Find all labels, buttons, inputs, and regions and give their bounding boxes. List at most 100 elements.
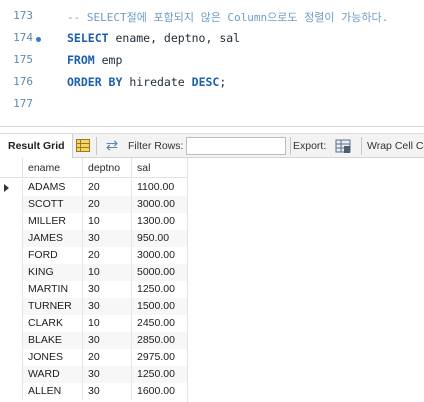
cell-deptno[interactable]: 30 — [82, 332, 131, 349]
cell-sal[interactable]: 5000.00 — [131, 264, 188, 281]
editor-line-177[interactable]: 177 — [0, 94, 424, 117]
line-number: 175 — [13, 53, 33, 66]
table-row[interactable]: WARD 30 1250.00 — [0, 366, 188, 383]
cell-deptno[interactable]: 30 — [82, 366, 131, 383]
grid-icon[interactable] — [76, 139, 90, 152]
cell-deptno[interactable]: 20 — [82, 247, 131, 264]
row-header[interactable] — [0, 298, 22, 315]
cell-deptno[interactable]: 10 — [82, 213, 131, 230]
refresh-icon[interactable]: ⇄ — [104, 138, 120, 154]
cell-ename[interactable]: WARD — [22, 366, 82, 383]
cell-sal[interactable]: 1600.00 — [131, 383, 188, 400]
cell-sal[interactable]: 950.00 — [131, 230, 188, 247]
result-grid[interactable]: ename deptno sal ADAMS 20 1100.00 SCOTT 20 30… — [0, 158, 188, 402]
wrap-cell-content-label[interactable]: Wrap Cell Co — [367, 134, 424, 158]
grid-icon-line — [77, 143, 89, 144]
row-header[interactable] — [0, 349, 22, 366]
cell-ename[interactable]: ALLEN — [22, 383, 82, 400]
cell-sal[interactable]: 1250.00 — [131, 366, 188, 383]
editor-line-176[interactable]: 176 ORDER BY hiredate DESC; — [0, 72, 424, 95]
cell-ename[interactable]: JAMES — [22, 230, 82, 247]
sql-text: emp — [94, 53, 123, 67]
cell-ename[interactable]: SCOTT — [22, 196, 82, 213]
row-header[interactable] — [0, 281, 22, 298]
row-header[interactable] — [0, 332, 22, 349]
filter-rows-input[interactable] — [186, 137, 286, 155]
row-header[interactable] — [0, 230, 22, 247]
row-header[interactable] — [0, 383, 22, 400]
table-row[interactable]: KING 10 5000.00 — [0, 264, 188, 281]
cell-ename[interactable]: ADAMS — [22, 179, 82, 196]
cell-sal[interactable]: 3000.00 — [131, 196, 188, 213]
row-header[interactable] — [0, 247, 22, 264]
cell-deptno[interactable]: 10 — [82, 315, 131, 332]
cell-ename[interactable]: CLARK — [22, 315, 82, 332]
cell-sal[interactable]: 2850.00 — [131, 332, 188, 349]
table-row[interactable]: CLARK 10 2450.00 — [0, 315, 188, 332]
cell-sal[interactable]: 1250.00 — [131, 281, 188, 298]
grid-header: ename deptno sal — [0, 158, 188, 178]
export-label: Export: — [293, 140, 327, 152]
sql-comment: -- SELECT절에 포함되지 않은 Column으로도 정렬이 가능하다. — [67, 11, 389, 24]
sql-keyword: DESC — [191, 75, 220, 89]
row-header[interactable] — [0, 366, 22, 383]
sql-text: hiredate — [122, 75, 192, 89]
table-row[interactable]: MARTIN 30 1250.00 — [0, 281, 188, 298]
grid-edge — [187, 158, 188, 402]
column-header-sal[interactable]: sal — [131, 158, 188, 178]
table-row[interactable]: SCOTT 20 3000.00 — [0, 196, 188, 213]
table-row[interactable]: JONES 20 2975.00 — [0, 349, 188, 366]
row-header[interactable] — [0, 264, 22, 281]
tab-result-grid[interactable]: Result Grid — [0, 134, 73, 158]
cell-ename[interactable]: BLAKE — [22, 332, 82, 349]
table-row[interactable]: MILLER 10 1300.00 — [0, 213, 188, 230]
table-row[interactable]: BLAKE 30 2850.00 — [0, 332, 188, 349]
sql-editor[interactable]: 173 -- SELECT절에 포함되지 않은 Column으로도 정렬이 가능… — [0, 0, 424, 125]
cell-sal[interactable]: 1300.00 — [131, 213, 188, 230]
sql-text: ename, deptno, sal — [108, 31, 241, 45]
line-number: 174 — [13, 31, 33, 44]
sql-code: ORDER BY hiredate DESC; — [67, 75, 226, 89]
table-row[interactable]: TURNER 30 1500.00 — [0, 298, 188, 315]
sql-code: SELECT ename, deptno, sal — [67, 31, 240, 45]
cell-deptno[interactable]: 30 — [82, 230, 131, 247]
editor-line-175[interactable]: 175 FROM emp — [0, 50, 424, 73]
row-header[interactable] — [0, 196, 22, 213]
cell-deptno[interactable]: 20 — [82, 196, 131, 213]
cell-ename[interactable]: KING — [22, 264, 82, 281]
column-header-deptno[interactable]: deptno — [82, 158, 131, 178]
sql-text: ; — [219, 75, 227, 89]
cell-ename[interactable]: JONES — [22, 349, 82, 366]
cell-sal[interactable]: 3000.00 — [131, 247, 188, 264]
cell-deptno[interactable]: 10 — [82, 264, 131, 281]
editor-line-173[interactable]: 173 -- SELECT절에 포함되지 않은 Column으로도 정렬이 가능… — [0, 6, 424, 29]
cell-ename[interactable]: MILLER — [22, 213, 82, 230]
toolbar-divider — [361, 137, 362, 155]
cell-ename[interactable]: FORD — [22, 247, 82, 264]
editor-line-174[interactable]: 174 SELECT ename, deptno, sal — [0, 28, 424, 51]
cell-sal[interactable]: 1500.00 — [131, 298, 188, 315]
cell-sal[interactable]: 2450.00 — [131, 315, 188, 332]
statement-marker-icon[interactable] — [36, 37, 41, 42]
filter-rows-label: Filter Rows: — [128, 140, 184, 152]
cell-deptno[interactable]: 30 — [82, 298, 131, 315]
cell-deptno[interactable]: 30 — [82, 383, 131, 400]
current-row-arrow-icon — [4, 184, 9, 192]
line-number: 177 — [13, 97, 33, 110]
cell-ename[interactable]: MARTIN — [22, 281, 82, 298]
cell-ename[interactable]: TURNER — [22, 298, 82, 315]
table-row[interactable]: JAMES 30 950.00 — [0, 230, 188, 247]
cell-deptno[interactable]: 20 — [82, 349, 131, 366]
cell-deptno[interactable]: 30 — [82, 281, 131, 298]
table-row[interactable]: FORD 20 3000.00 — [0, 247, 188, 264]
table-row[interactable]: ALLEN 30 1600.00 — [0, 383, 188, 400]
cell-sal[interactable]: 1100.00 — [131, 179, 188, 196]
row-header[interactable] — [0, 179, 22, 196]
row-header[interactable] — [0, 315, 22, 332]
row-header[interactable] — [0, 213, 22, 230]
column-header-ename[interactable]: ename — [22, 158, 82, 178]
table-row[interactable]: ADAMS 20 1100.00 — [0, 179, 188, 196]
export-icon[interactable] — [335, 138, 351, 154]
cell-deptno[interactable]: 20 — [82, 179, 131, 196]
cell-sal[interactable]: 2975.00 — [131, 349, 188, 366]
